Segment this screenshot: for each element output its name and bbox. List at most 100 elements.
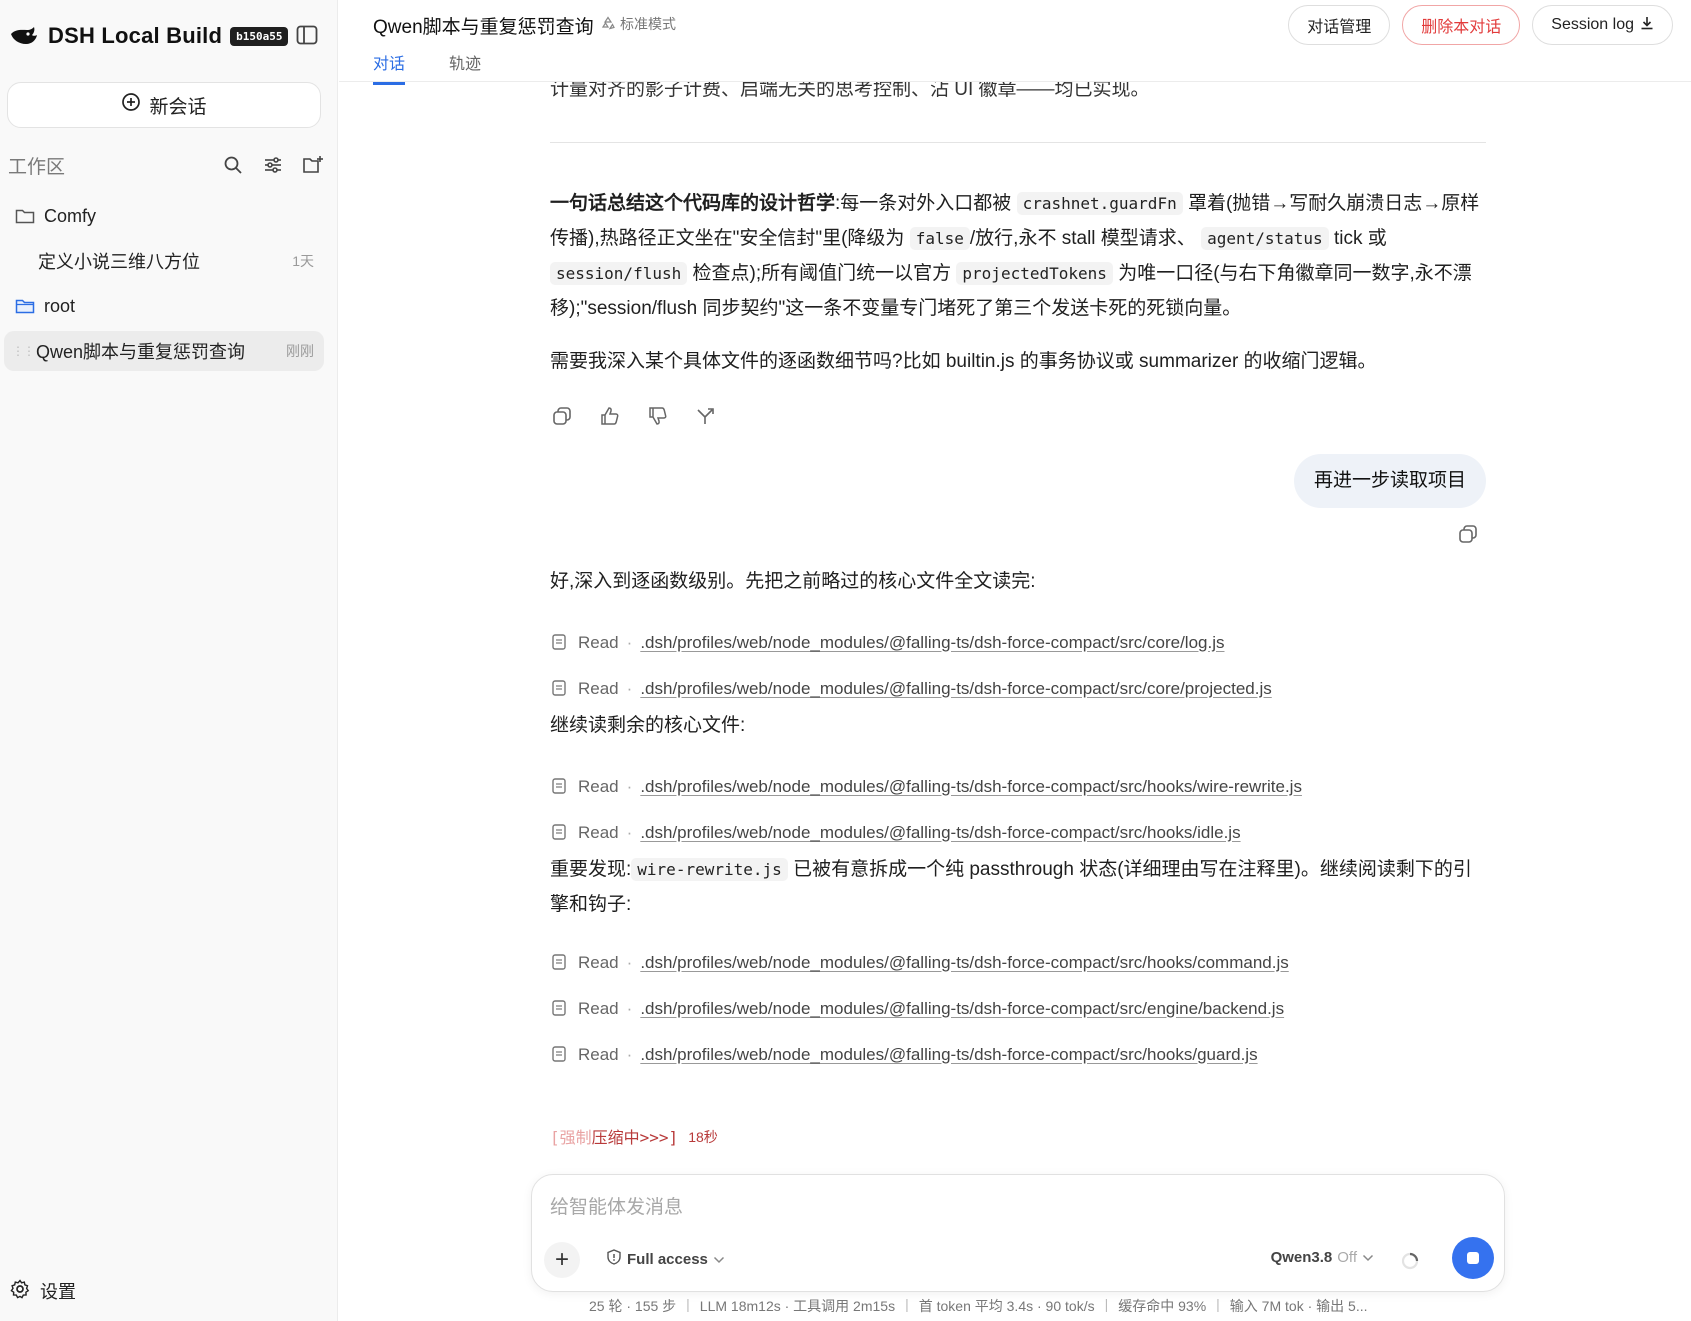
filter-sliders-icon[interactable]	[260, 152, 286, 178]
tool-call-read[interactable]: Read · .dsh/profiles/web/node_modules/@fa…	[550, 627, 1225, 657]
sidebar-toggle-icon[interactable]	[292, 20, 322, 50]
mode-indicator[interactable]: 标准模式	[601, 14, 676, 34]
message-composer: + Full access Qwen3.8 Off	[531, 1174, 1505, 1292]
conversation-title: Qwen脚本与重复惩罚查询	[373, 17, 594, 38]
file-icon	[550, 823, 568, 841]
tab-trace[interactable]: 轨迹	[449, 50, 481, 85]
file-path-link[interactable]: .dsh/profiles/web/node_modules/@falling-…	[640, 945, 1288, 980]
tool-label: Read	[578, 1044, 619, 1064]
thumbs-up-icon[interactable]	[598, 404, 622, 428]
manage-conversations-button[interactable]: 对话管理	[1288, 5, 1391, 45]
chevron-down-icon	[1362, 1249, 1374, 1266]
recycle-icon	[601, 15, 615, 33]
summary-text: :每一条对外入口都被	[835, 193, 1012, 214]
tool-label: Read	[578, 678, 619, 698]
summary-text: 检查点);所有阈值门统一以官方	[692, 263, 952, 284]
stat-turns: 25 轮 · 155 步	[589, 1298, 677, 1314]
copy-icon[interactable]	[550, 404, 574, 428]
branch-icon[interactable]	[694, 404, 718, 428]
inline-code: crashnet.guardFn	[1016, 192, 1183, 215]
file-icon	[550, 633, 568, 651]
tool-call-read[interactable]: Read · .dsh/profiles/web/node_modules/@fa…	[550, 673, 1272, 703]
tab-bar: 对话 轨迹	[373, 50, 481, 85]
new-chat-label: 新会话	[149, 96, 207, 118]
user-message: 再进一步读取项目	[1293, 454, 1486, 508]
sidebar-item-time: 1天	[292, 253, 314, 269]
drag-handle-icon[interactable]: ⋮⋮	[12, 344, 35, 358]
tool-call-read[interactable]: Read · .dsh/profiles/web/node_modules/@fa…	[550, 817, 1241, 847]
model-thinking-state: Off	[1337, 1249, 1357, 1266]
chat-content: 计量对齐的影子计费、启端无关的思考控制、沾 UI 徽章——均已实现。 一句话总结…	[550, 82, 1486, 1172]
file-path-link[interactable]: .dsh/profiles/web/node_modules/@falling-…	[640, 769, 1302, 804]
sidebar-item-qwen[interactable]: ⋮⋮ Qwen脚本与重复惩罚查询 刚刚	[4, 331, 324, 371]
message-input[interactable]	[550, 1191, 1450, 1225]
sidebar: DSH Local Build b150a55 新会话 工作区 Comfy 定义…	[0, 0, 338, 1321]
sidebar-item-root[interactable]: root	[4, 286, 324, 326]
brand-name: DSH Local Build	[48, 23, 223, 48]
brand[interactable]: DSH Local Build b150a55	[8, 18, 289, 54]
build-badge: b150a55	[230, 26, 289, 46]
copy-icon[interactable]	[1456, 522, 1480, 546]
file-icon	[550, 999, 568, 1017]
shield-icon	[606, 1249, 622, 1269]
session-log-label: Session log	[1551, 16, 1634, 33]
settings-label: 设置	[40, 1282, 76, 1302]
inline-code: false	[909, 227, 970, 250]
status-faded: [强制	[550, 1128, 592, 1147]
summary-text: tick 或	[1333, 228, 1387, 249]
tool-label: Read	[578, 998, 619, 1018]
session-log-button[interactable]: Session log	[1532, 5, 1673, 45]
file-icon	[550, 953, 568, 971]
divider	[550, 142, 1486, 143]
settings-button[interactable]: 设置	[10, 1278, 76, 1304]
model-selector[interactable]: Qwen3.8 Off	[1271, 1249, 1374, 1266]
stat-first-token: 首 token 平均 3.4s · 90 tok/s	[918, 1298, 1095, 1314]
status-label: [强制压缩中>>>]	[550, 1120, 678, 1155]
workspace-tree: Comfy 定义小说三维八方位 1天 root ⋮⋮ Qwen脚本与重复惩罚查询…	[4, 196, 324, 376]
summary-bold: 一句话总结这个代码库的设计哲学	[550, 193, 836, 214]
file-path-link[interactable]: .dsh/profiles/web/node_modules/@falling-…	[640, 671, 1271, 706]
tool-label: Read	[578, 632, 619, 652]
continue-text: 继续读剩余的核心文件:	[550, 715, 746, 736]
compaction-status: [强制压缩中>>>] 18秒	[550, 1120, 718, 1155]
file-icon	[550, 1045, 568, 1063]
new-folder-icon[interactable]	[300, 152, 326, 178]
stat-llm-time: LLM 18m12s · 工具调用 2m15s	[699, 1298, 896, 1314]
tab-chat[interactable]: 对话	[373, 50, 406, 85]
delete-conversation-button[interactable]: 删除本对话	[1402, 5, 1521, 45]
folder-icon	[14, 205, 36, 227]
file-path-link[interactable]: .dsh/profiles/web/node_modules/@falling-…	[640, 625, 1224, 660]
workspace-title: 工作区	[8, 156, 66, 178]
new-chat-button[interactable]: 新会话	[7, 82, 321, 128]
chevron-down-icon	[713, 1251, 725, 1268]
sidebar-item-label: root	[44, 295, 76, 316]
attach-plus-button[interactable]: +	[544, 1242, 580, 1278]
sidebar-item-comfy[interactable]: Comfy	[4, 196, 324, 236]
file-path-link[interactable]: .dsh/profiles/web/node_modules/@falling-…	[640, 991, 1284, 1026]
folder-open-icon	[14, 295, 36, 317]
assistant-summary: 一句话总结这个代码库的设计哲学:每一条对外入口都被 crashnet.guard…	[550, 186, 1486, 326]
tool-label: Read	[578, 952, 619, 972]
tool-call-read[interactable]: Read · .dsh/profiles/web/node_modules/@fa…	[550, 1039, 1258, 1069]
search-icon[interactable]	[220, 152, 246, 178]
thumbs-down-icon[interactable]	[646, 404, 670, 428]
inline-code: wire-rewrite.js	[631, 858, 788, 881]
tool-label: Read	[578, 822, 619, 842]
sidebar-item-novel[interactable]: 定义小说三维八方位 1天	[4, 241, 324, 281]
file-icon	[550, 777, 568, 795]
tool-call-read[interactable]: Read · .dsh/profiles/web/node_modules/@fa…	[550, 771, 1302, 801]
finding-text: 重要发现: wire-rewrite.js 已被有意拆成一个纯 passthrou…	[550, 852, 1486, 922]
tool-call-read[interactable]: Read · .dsh/profiles/web/node_modules/@fa…	[550, 947, 1289, 977]
reply-intro: 好,深入到逐函数级别。先把之前略过的核心文件全文读完:	[550, 571, 1036, 592]
sidebar-item-label: 定义小说三维八方位	[38, 252, 200, 272]
message-actions	[550, 404, 718, 428]
gear-icon	[10, 1278, 30, 1304]
tool-call-read[interactable]: Read · .dsh/profiles/web/node_modules/@fa…	[550, 993, 1284, 1023]
sidebar-item-label: Qwen脚本与重复惩罚查询	[36, 342, 246, 362]
tool-label: Read	[578, 776, 619, 796]
access-mode-dropdown[interactable]: Full access	[606, 1249, 725, 1269]
file-path-link[interactable]: .dsh/profiles/web/node_modules/@falling-…	[640, 1037, 1257, 1072]
inline-code: projectedTokens	[956, 262, 1113, 285]
file-path-link[interactable]: .dsh/profiles/web/node_modules/@falling-…	[640, 815, 1240, 850]
stop-button[interactable]	[1452, 1237, 1494, 1279]
